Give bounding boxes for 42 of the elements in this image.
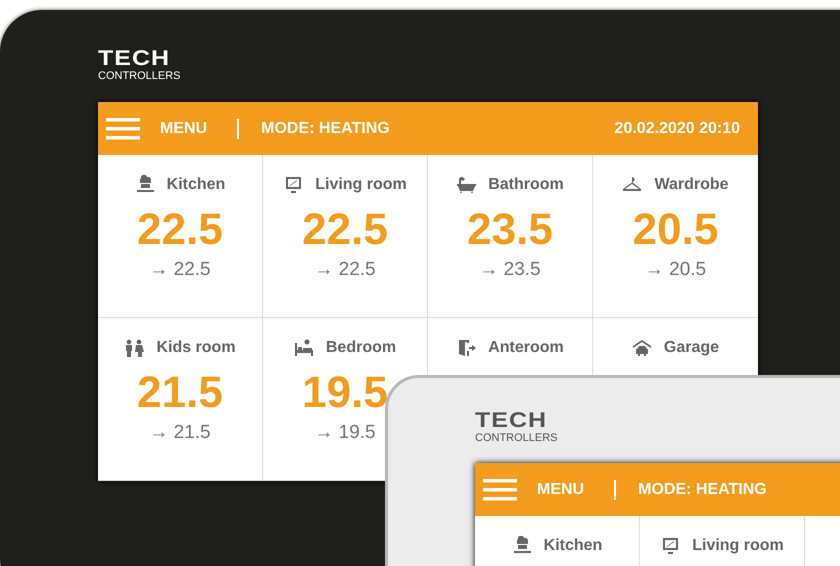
menu-button[interactable]: MENU — [106, 116, 208, 140]
kitchen-icon — [512, 536, 532, 556]
menu-button[interactable]: MENU — [483, 478, 584, 502]
target-temperature: → 20.5 — [644, 259, 706, 281]
room-name: Bedroom — [326, 339, 396, 357]
room-name: Living room — [692, 537, 784, 555]
room-name: Anteroom — [488, 339, 564, 357]
bed-icon — [294, 338, 314, 358]
room-temperature: 23.5 — [467, 205, 553, 255]
kitchen-icon — [134, 175, 155, 195]
room-temperature: 20.5 — [632, 205, 718, 255]
room-temperature: 22.5 — [137, 205, 223, 255]
room-temperature: 22.5 — [302, 205, 388, 255]
target-temperature: → 23.5 — [479, 259, 541, 281]
mode-label: MODE: HEATING — [638, 480, 767, 498]
room-temperature: 21.5 — [137, 368, 223, 418]
target-temperature: → 22.5 — [314, 259, 376, 281]
door-icon — [456, 338, 476, 358]
garage-icon — [632, 338, 652, 358]
kids-icon — [124, 338, 144, 358]
date-time: 20.02.2020 20:10 — [614, 120, 740, 138]
room-temperature: 19.5 — [302, 368, 388, 418]
room-name: Kids room — [156, 339, 236, 357]
bath-icon — [456, 175, 476, 195]
tv-icon — [283, 175, 304, 195]
room-name: Garage — [664, 339, 720, 357]
logo-subtitle: CONTROLLERS — [98, 70, 181, 82]
room-name: Living room — [315, 176, 407, 194]
menu-icon — [483, 478, 517, 502]
room-name: Kitchen — [544, 537, 602, 555]
target-temperature: → 19.5 — [314, 422, 376, 444]
tv-icon — [660, 536, 680, 556]
room-name: Bathroom — [488, 176, 564, 194]
menu-icon — [106, 116, 140, 140]
mode-label: MODE: HEATING — [261, 120, 390, 138]
target-temperature: → 21.5 — [149, 422, 211, 444]
room-name: Wardrobe — [654, 176, 729, 194]
logo-brand: TECH — [475, 410, 548, 430]
target-temperature: → 22.5 — [149, 259, 211, 281]
logo-subtitle: CONTROLLERS — [475, 432, 558, 444]
logo-brand: TECH — [98, 48, 170, 68]
room-name: Kitchen — [166, 176, 226, 194]
